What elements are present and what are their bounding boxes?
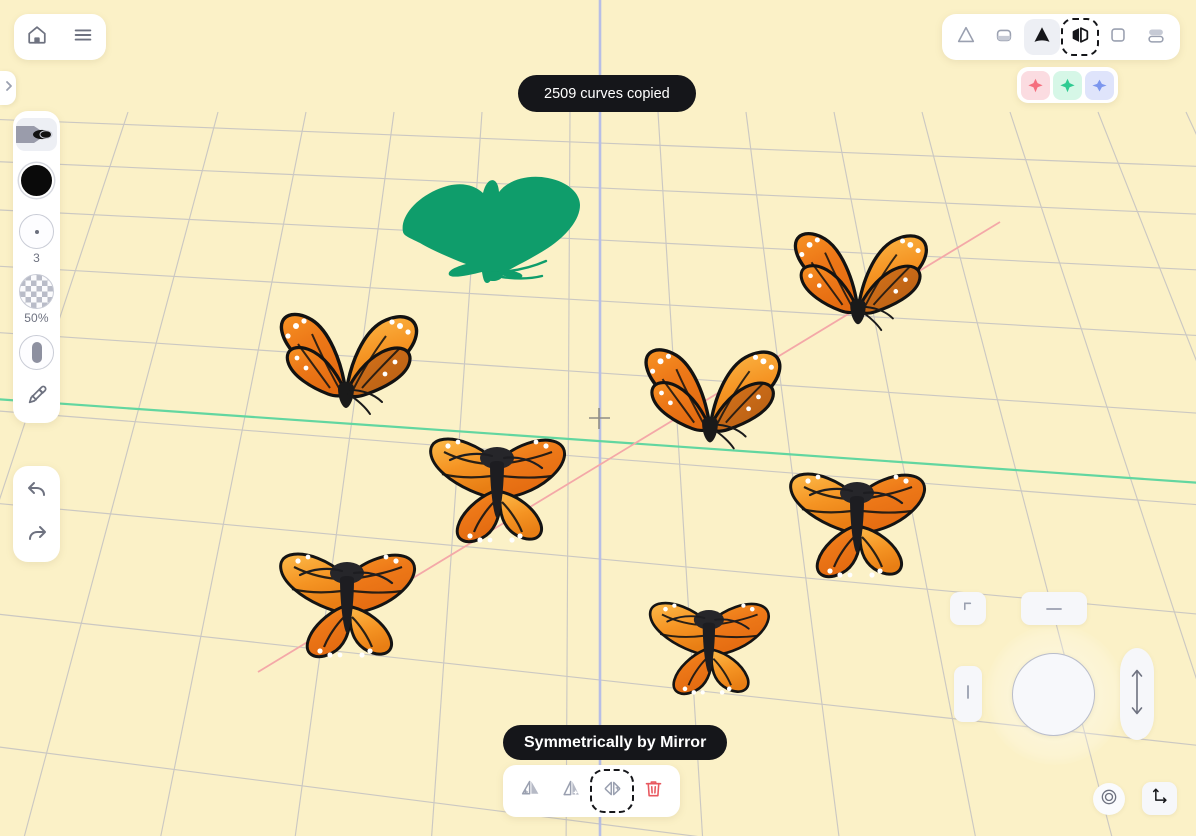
shape-box-tool[interactable] <box>1100 19 1136 55</box>
eyedropper-icon <box>26 384 48 411</box>
brush-preview-swatch[interactable] <box>16 118 57 151</box>
brush-opacity-value: 50% <box>24 311 49 325</box>
nav-left-button[interactable] <box>954 666 982 722</box>
top-left-toolbar <box>14 14 106 60</box>
tooltip-message: Symmetrically by Mirror <box>524 733 707 751</box>
mirror-symmetry-button[interactable] <box>590 769 634 813</box>
toast-message: 2509 curves copied <box>544 85 670 102</box>
symmetry-axis-y[interactable] <box>1053 70 1082 100</box>
nav-recenter-button[interactable] <box>1093 783 1125 815</box>
butterfly-open-wings-right[interactable] <box>765 205 951 337</box>
shape-cone-solid-tool[interactable] <box>1024 19 1060 55</box>
shape-capsule-tool[interactable] <box>986 19 1022 55</box>
nav-corner-button[interactable] <box>950 592 986 625</box>
brush-opacity-control[interactable]: 50% <box>16 274 57 325</box>
stack-tool[interactable] <box>1138 19 1174 55</box>
undo-icon <box>25 478 49 507</box>
mirror-icon <box>1069 24 1091 51</box>
flip-button[interactable] <box>552 772 590 810</box>
color-swatch-button[interactable] <box>16 163 57 198</box>
chevron-right-icon <box>4 79 13 97</box>
nav-axes-button[interactable] <box>1142 782 1177 815</box>
symmetry-axis-x[interactable] <box>1021 70 1050 100</box>
brush-size-value: 3 <box>33 251 40 265</box>
redo-icon <box>25 522 49 551</box>
eyedropper-tool-button[interactable] <box>17 380 57 414</box>
transform-toolbar <box>503 765 680 817</box>
left-tool-panel: 3 50% <box>13 111 60 423</box>
butterfly-open-wings-mid[interactable] <box>615 325 805 451</box>
duplicate-icon <box>520 778 541 804</box>
mirror-symmetry-icon <box>602 778 623 804</box>
menu-button[interactable] <box>66 20 100 54</box>
brush-size-control[interactable]: 3 <box>16 214 57 265</box>
axes-arrow-icon <box>1150 786 1170 811</box>
stack-icon <box>1145 24 1167 51</box>
cone-solid-icon <box>1031 24 1053 51</box>
butterfly-top-view-mid[interactable] <box>400 430 592 552</box>
vertical-bar-icon <box>964 683 972 705</box>
capsule-icon <box>993 24 1015 51</box>
tooltip-symmetrically-by-mirror: Symmetrically by Mirror <box>503 725 728 760</box>
nav-orbit-dial[interactable] <box>1012 653 1095 736</box>
cone-outline-icon <box>955 24 977 51</box>
app-root: 3 50% 2509 curves copied Symmetrically b… <box>0 0 1196 836</box>
butterfly-top-view-right[interactable] <box>760 465 952 587</box>
symmetry-axis-z[interactable] <box>1085 70 1114 100</box>
butterfly-top-view-left[interactable] <box>250 545 442 667</box>
symmetry-axis-toolbar <box>1017 67 1118 103</box>
nav-vertical-pan[interactable] <box>1120 648 1154 740</box>
shape-tools-toolbar <box>942 14 1180 60</box>
toast-notification: 2509 curves copied <box>518 75 696 112</box>
history-panel <box>13 466 60 562</box>
duplicate-button[interactable] <box>511 772 549 810</box>
eraser-tool-button[interactable] <box>16 335 57 370</box>
trash-icon <box>643 778 664 804</box>
mirror-tool[interactable] <box>1061 18 1099 56</box>
butterfly-open-wings-left[interactable] <box>250 290 442 416</box>
butterfly-top-view-bottom[interactable] <box>612 595 804 703</box>
home-icon <box>26 24 48 51</box>
horizontal-bar-icon <box>1045 600 1063 617</box>
undo-button[interactable] <box>17 475 57 509</box>
target-circle-icon <box>1099 787 1119 812</box>
hamburger-menu-icon <box>72 24 94 51</box>
corner-bracket-icon <box>962 600 975 617</box>
box-icon <box>1107 24 1129 51</box>
delete-button[interactable] <box>634 772 672 810</box>
panel-expander[interactable] <box>0 71 16 105</box>
home-button[interactable] <box>20 20 54 54</box>
up-down-arrow-icon <box>1129 665 1145 724</box>
nav-top-button[interactable] <box>1021 592 1087 625</box>
shape-cone-tool[interactable] <box>948 19 984 55</box>
redo-button[interactable] <box>17 519 57 553</box>
flip-icon <box>561 778 582 804</box>
